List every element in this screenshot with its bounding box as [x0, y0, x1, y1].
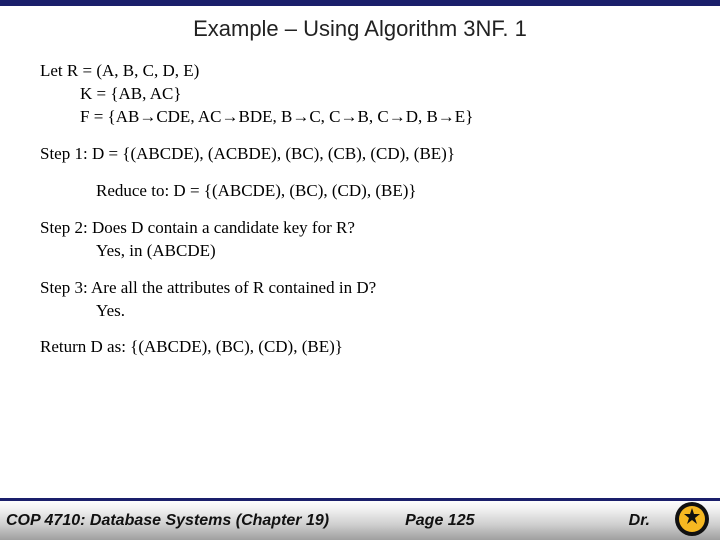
footer-page: Page 125	[405, 512, 474, 530]
text-step3a: Step 3: Are all the attributes of R cont…	[40, 278, 376, 297]
line-return: Return D as: {(ABCDE), (BC), (CD), (BE)}	[40, 336, 680, 359]
line-step2: Step 2: Does D contain a candidate key f…	[40, 217, 680, 263]
slide-title: Example – Using Algorithm 3NF. 1	[0, 16, 720, 42]
footer-author: Dr.	[629, 512, 650, 530]
footer-course: COP 4710: Database Systems (Chapter 19)	[6, 512, 329, 530]
line-letr: Let R = (A, B, C, D, E) K = {AB, AC} F =…	[40, 60, 680, 129]
slide-footer: COP 4710: Database Systems (Chapter 19) …	[0, 498, 720, 540]
text-step3b: Yes.	[40, 301, 125, 320]
text-step2b: Yes, in (ABCDE)	[40, 241, 216, 260]
text-letr: Let R = (A, B, C, D, E)	[40, 61, 199, 80]
ucf-logo-icon	[674, 501, 710, 537]
line-step3: Step 3: Are all the attributes of R cont…	[40, 277, 680, 323]
slide-body: Let R = (A, B, C, D, E) K = {AB, AC} F =…	[0, 60, 720, 359]
text-step2a: Step 2: Does D contain a candidate key f…	[40, 218, 355, 237]
line-reduce: Reduce to: D = {(ABCDE), (BC), (CD), (BE…	[40, 180, 680, 203]
top-accent-bar	[0, 0, 720, 6]
line-step1: Step 1: D = {(ABCDE), (ACBDE), (BC), (CB…	[40, 143, 680, 166]
text-f: F = {AB→CDE, AC→BDE, B→C, C→B, C→D, B→E}	[40, 107, 473, 126]
text-k: K = {AB, AC}	[40, 84, 181, 103]
